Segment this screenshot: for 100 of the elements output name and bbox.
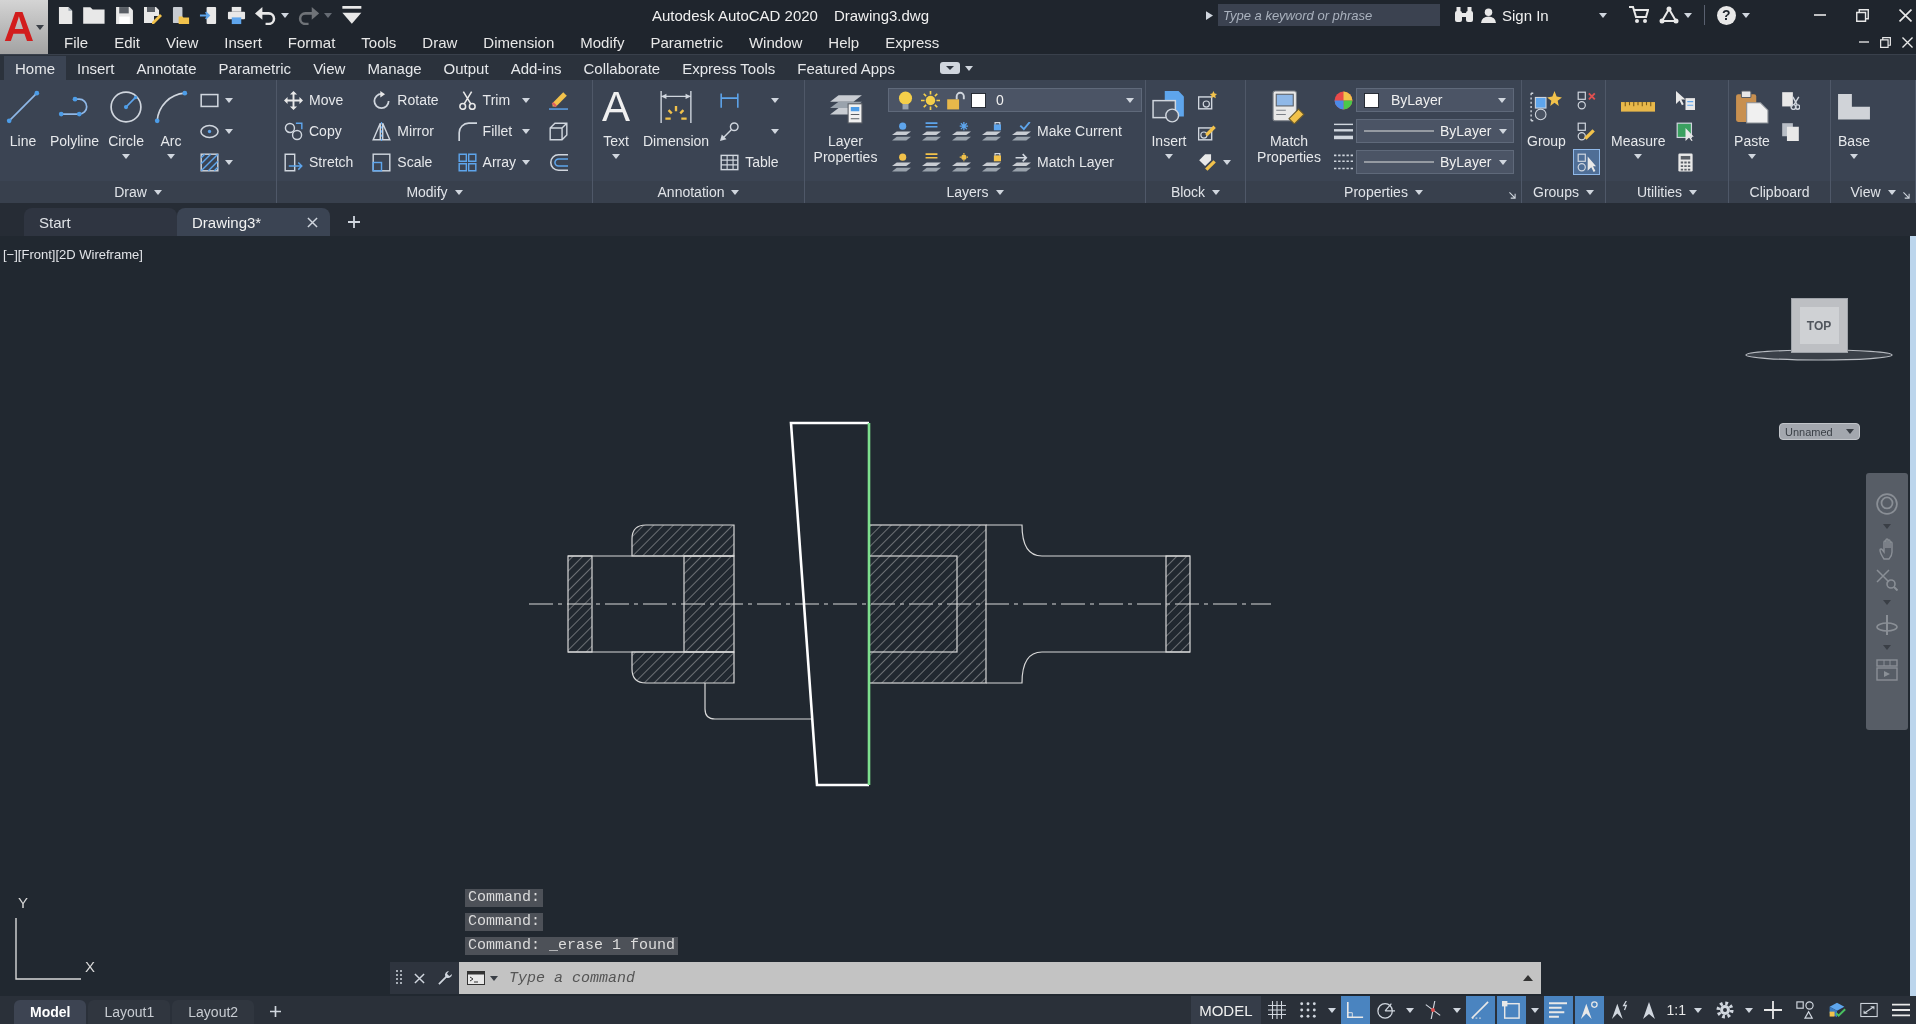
ribbon-button[interactable]: Polyline bbox=[48, 85, 102, 149]
blank-document-icon[interactable] bbox=[58, 5, 74, 25]
menu-item[interactable]: Tools bbox=[348, 33, 410, 51]
ribbon-tool-button[interactable] bbox=[1572, 149, 1600, 175]
menu-item[interactable]: Insert bbox=[211, 33, 275, 51]
layout-tab[interactable]: Layout2 bbox=[172, 1000, 255, 1024]
close-icon[interactable] bbox=[1899, 8, 1912, 22]
caret-icon[interactable] bbox=[964, 66, 973, 71]
ribbon-button[interactable]: A Text bbox=[596, 85, 636, 159]
ribbon-tab[interactable]: Insert bbox=[66, 56, 126, 80]
ribbon-tab[interactable]: Home bbox=[4, 56, 66, 80]
status-toggle-button[interactable] bbox=[1465, 996, 1495, 1024]
caret-icon[interactable] bbox=[1530, 1007, 1539, 1013]
ribbon-tab[interactable]: Collaborate bbox=[572, 56, 672, 80]
named-view-dropdown[interactable]: Unnamed bbox=[1779, 423, 1860, 440]
caret-icon[interactable] bbox=[490, 975, 498, 981]
ribbon-tool-button[interactable]: Rotate bbox=[368, 87, 443, 113]
panel-title[interactable]: Block bbox=[1146, 181, 1245, 203]
menu-item[interactable]: Draw bbox=[409, 33, 471, 51]
layer-dropdown[interactable]: 0 bbox=[888, 88, 1142, 112]
floppy-pencil-icon[interactable] bbox=[142, 5, 163, 25]
menu-item[interactable]: Format bbox=[274, 33, 349, 51]
color-dropdown[interactable]: ByLayer bbox=[1356, 88, 1514, 112]
ribbon-button[interactable]: Dimension bbox=[641, 85, 712, 149]
right-triangle-icon[interactable] bbox=[1206, 10, 1213, 20]
sign-in-button[interactable]: Sign In bbox=[1481, 6, 1549, 24]
printer-icon[interactable] bbox=[227, 5, 246, 25]
panel-title[interactable]: Utilities bbox=[1606, 181, 1728, 203]
line-style-dropdown[interactable]: ByLayer bbox=[1356, 150, 1514, 174]
menu-item[interactable]: Parametric bbox=[637, 33, 736, 51]
binoculars-icon[interactable] bbox=[1454, 7, 1474, 23]
ribbon-tab[interactable]: Featured Apps bbox=[786, 56, 906, 80]
ribbon-tool-button[interactable]: Array bbox=[453, 149, 535, 175]
caret-icon[interactable] bbox=[1745, 1007, 1753, 1013]
ribbon-button[interactable]: Measure bbox=[1609, 85, 1668, 159]
caret-icon[interactable] bbox=[1741, 12, 1750, 18]
status-toggle-button[interactable] bbox=[1543, 996, 1573, 1024]
plus-icon[interactable] bbox=[348, 216, 360, 228]
ribbon-button[interactable]: Insert bbox=[1149, 85, 1189, 159]
ribbon-button[interactable]: Base bbox=[1834, 85, 1874, 159]
close-icon[interactable] bbox=[307, 216, 318, 228]
panel-title[interactable]: Clipboard bbox=[1729, 181, 1830, 203]
grip-dots-icon[interactable] bbox=[396, 970, 402, 986]
viewport-control[interactable]: [−] bbox=[3, 247, 18, 262]
viewcube-face[interactable]: TOP bbox=[1790, 298, 1848, 353]
undo-arrow-icon[interactable] bbox=[255, 5, 277, 25]
triangle-nodes-icon[interactable] bbox=[1658, 6, 1679, 24]
status-toggle-button[interactable] bbox=[1340, 996, 1370, 1024]
caret-icon[interactable] bbox=[1683, 12, 1692, 18]
ribbon-button[interactable]: Line bbox=[3, 85, 43, 149]
viewport-control[interactable]: [Front] bbox=[17, 247, 56, 262]
ribbon-tool-button[interactable]: Stretch bbox=[280, 149, 358, 175]
ribbon-tab[interactable]: Output bbox=[432, 56, 500, 80]
viewport-control[interactable]: [2D Wireframe] bbox=[55, 247, 143, 262]
ribbon-tab[interactable]: View bbox=[302, 56, 357, 80]
document-arrow-icon[interactable] bbox=[199, 5, 218, 25]
ribbon-tool-button[interactable]: Copy bbox=[280, 118, 358, 144]
command-input[interactable]: Type a command bbox=[509, 969, 1518, 987]
ribbon-button[interactable]: Group bbox=[1525, 85, 1568, 149]
ribbon-button[interactable]: Circle bbox=[106, 85, 147, 159]
ribbon-button[interactable]: Match Properties bbox=[1249, 85, 1329, 165]
ribbon-tab[interactable]: Parametric bbox=[207, 56, 303, 80]
menu-item[interactable]: Help bbox=[815, 33, 873, 51]
document-tab[interactable]: Start bbox=[24, 208, 177, 236]
layout-tab[interactable]: Model bbox=[14, 1000, 87, 1024]
ribbon-tab[interactable]: Express Tools bbox=[671, 56, 787, 80]
ribbon-button[interactable]: Paste bbox=[1732, 85, 1772, 159]
corner-arrow-icon[interactable] bbox=[1903, 192, 1910, 199]
box-check-icon[interactable] bbox=[1828, 1001, 1846, 1019]
up-triangle-icon[interactable] bbox=[1523, 975, 1533, 981]
folder-icon[interactable] bbox=[82, 5, 106, 25]
phone-folder-icon[interactable] bbox=[171, 5, 190, 25]
menu-item[interactable]: Edit bbox=[101, 33, 154, 51]
close-icon[interactable] bbox=[1902, 36, 1913, 48]
ribbon-toggle-icon[interactable] bbox=[939, 62, 960, 74]
caret-icon[interactable] bbox=[1405, 1007, 1414, 1013]
status-toggle-button[interactable] bbox=[1574, 996, 1604, 1024]
dropdown-bar-icon[interactable] bbox=[341, 5, 363, 25]
caret-icon[interactable] bbox=[281, 12, 290, 18]
plus-icon[interactable] bbox=[1764, 1001, 1782, 1019]
panel-title[interactable]: Layers bbox=[805, 181, 1145, 203]
panel-title[interactable]: Groups bbox=[1522, 181, 1605, 203]
plus-icon[interactable] bbox=[270, 1006, 282, 1017]
shopping-cart-icon[interactable] bbox=[1628, 6, 1649, 24]
annotation-scale-button[interactable]: 1:1 bbox=[1636, 996, 1708, 1024]
panel-title[interactable]: Annotation bbox=[593, 181, 804, 203]
caret-icon[interactable] bbox=[1452, 1007, 1461, 1013]
ribbon-tool-button[interactable]: Move bbox=[280, 87, 358, 113]
caret-icon[interactable] bbox=[1598, 12, 1607, 18]
ribbon-tool-button[interactable]: Mirror bbox=[368, 118, 443, 144]
menu-item[interactable]: File bbox=[51, 33, 102, 51]
ribbon-tab[interactable]: Manage bbox=[356, 56, 433, 80]
corner-arrow-icon[interactable] bbox=[1509, 192, 1516, 199]
restore-icon[interactable] bbox=[1856, 8, 1869, 22]
ribbon-tool-button[interactable]: Scale bbox=[368, 149, 443, 175]
caret-icon[interactable] bbox=[1327, 1007, 1336, 1013]
panel-title[interactable]: Draw bbox=[0, 181, 276, 203]
layout-tab[interactable]: Layout1 bbox=[88, 1000, 171, 1024]
menu-item[interactable]: Dimension bbox=[470, 33, 568, 51]
search-field[interactable]: Type a keyword or phrase bbox=[1218, 4, 1440, 26]
